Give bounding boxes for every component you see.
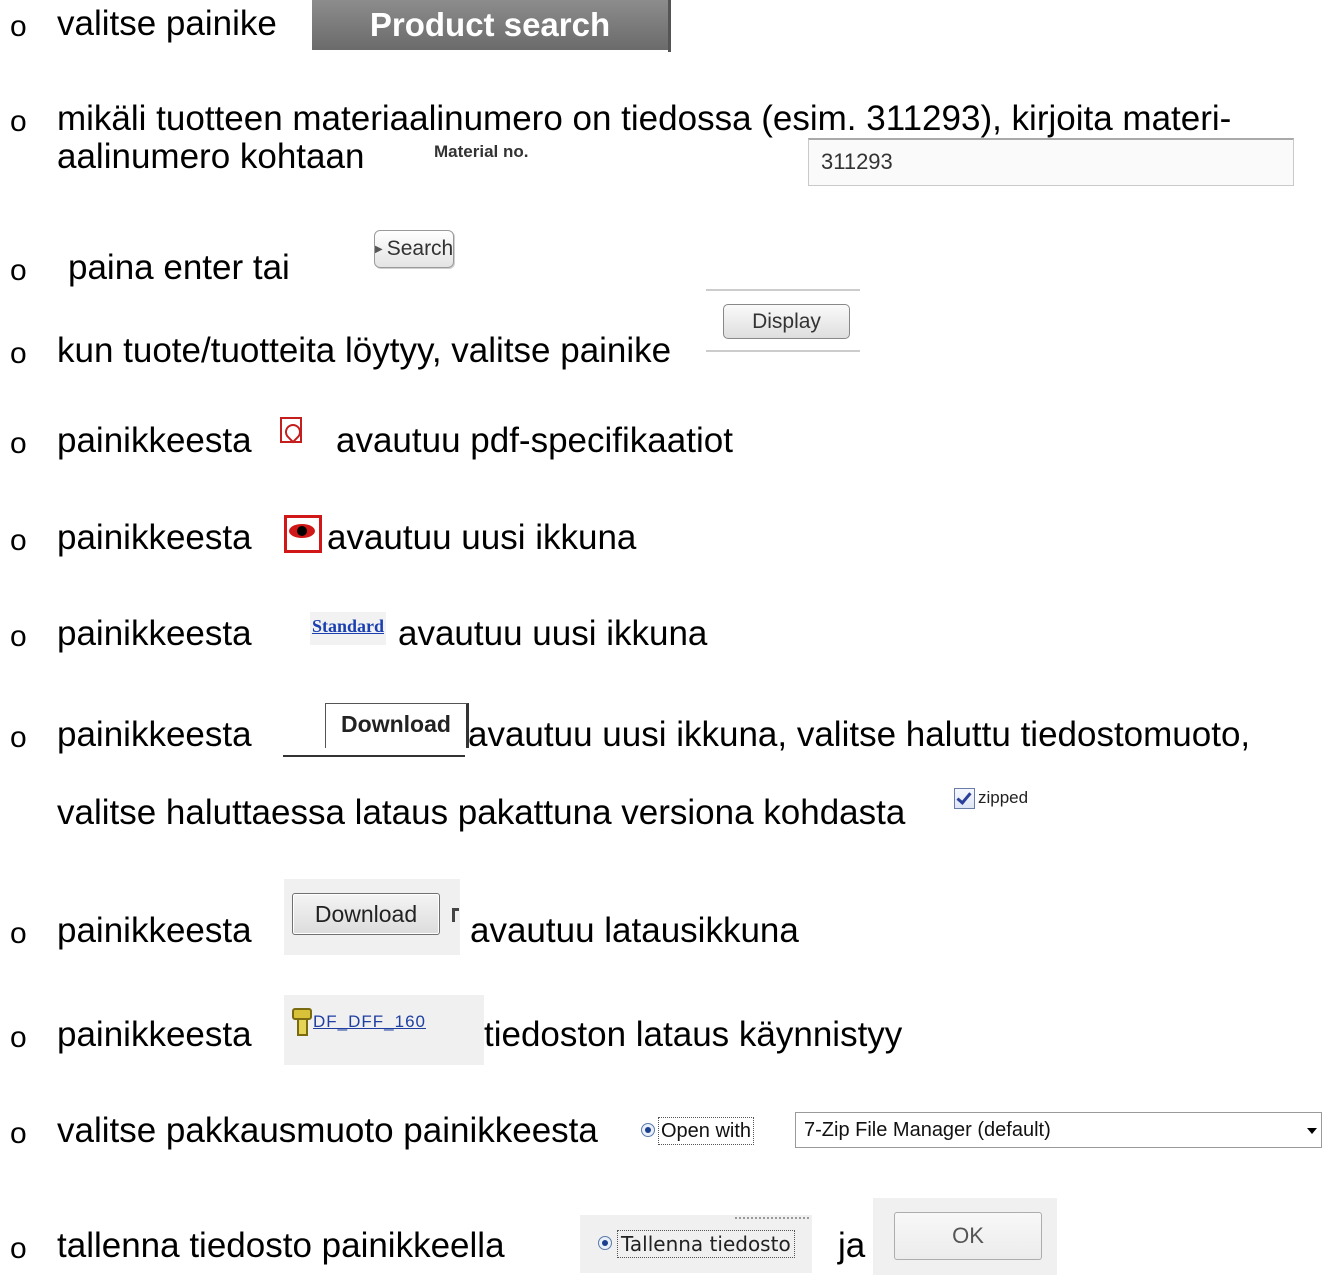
step-text-after: avautuu uusi ikkuna, valitse haluttu tie… [468, 715, 1251, 754]
triangle-right-icon: ▶ [375, 244, 383, 255]
bullet: o [10, 254, 27, 287]
step-text: tallenna tiedosto painikkeella [57, 1226, 505, 1265]
chevron-down-icon[interactable] [1307, 1128, 1317, 1134]
eye-pupil [297, 526, 307, 536]
divider [706, 350, 860, 352]
bullet: o [10, 1117, 27, 1150]
save-file-radio[interactable] [598, 1236, 612, 1250]
bullet: o [10, 105, 27, 138]
step-text-after: avautuu uusi ikkuna [398, 614, 708, 653]
step-text-after: avautuu uusi ikkuna [327, 518, 637, 557]
step-text-after: tiedoston lataus käynnistyy [484, 1015, 903, 1054]
cursor-mark [452, 908, 459, 911]
bullet: o [10, 721, 27, 754]
screw-shaft [297, 1018, 308, 1036]
step-text-line2: valitse haluttaessa lataus pakattuna ver… [57, 793, 906, 832]
material-no-label: Material no. [434, 142, 529, 161]
open-with-select[interactable]: 7-Zip File Manager (default) [795, 1112, 1322, 1148]
tab-edge [668, 0, 671, 52]
open-with-label[interactable]: Open with [658, 1117, 755, 1145]
open-with-radio[interactable] [641, 1123, 655, 1137]
zipped-checkbox[interactable]: zipped [948, 780, 1076, 822]
screw-icon [292, 1008, 312, 1036]
step-text: painikkeesta [57, 421, 252, 460]
step-text: painikkeesta [57, 614, 252, 653]
save-file-label[interactable]: Tallenna tiedosto [617, 1230, 795, 1258]
step-text-between: ja [838, 1226, 866, 1265]
divider [735, 1217, 810, 1219]
step-text: painikkeesta [57, 1015, 252, 1054]
bullet: o [10, 620, 27, 653]
step-text: painikkeesta [57, 518, 252, 557]
material-no-input[interactable]: 311293 [808, 138, 1294, 186]
zipped-label: zipped [978, 788, 1029, 807]
step-text: valitse painike [57, 4, 277, 43]
download-tab[interactable]: Download [283, 703, 469, 757]
download-tab-label[interactable]: Download [325, 703, 469, 748]
step-text-line2: aalinumero kohtaan [57, 137, 365, 176]
step-text: painikkeesta [57, 715, 252, 754]
bullet: o [10, 337, 27, 370]
step-text: valitse pakkausmuoto painikkeesta [57, 1111, 598, 1150]
step-text-after: avautuu latausikkuna [470, 911, 799, 950]
search-button-label: Search [386, 237, 454, 260]
checkbox-checked-icon[interactable] [954, 788, 975, 809]
standard-link[interactable]: Standard [310, 612, 386, 645]
pdf-icon[interactable] [280, 417, 302, 443]
step-text: paina enter tai [68, 248, 290, 287]
product-search-button[interactable]: Product search [312, 0, 668, 50]
tab-underline [283, 755, 465, 757]
step-text-after: avautuu pdf-specifikaatiot [336, 421, 733, 460]
bullet: o [10, 1021, 27, 1054]
df-file-link[interactable]: DF_DFF_160 [313, 1012, 426, 1032]
select-value: 7-Zip File Manager (default) [804, 1119, 1051, 1141]
bullet: o [10, 1232, 27, 1265]
step-text: mikäli tuotteen materiaalinumero on tied… [57, 99, 1232, 138]
ok-button[interactable]: OK [894, 1212, 1042, 1260]
download-button[interactable]: Download [292, 893, 440, 935]
bullet: o [10, 524, 27, 557]
step-text: kun tuote/tuotteita löytyy, valitse pain… [57, 331, 672, 370]
divider [706, 289, 860, 291]
display-button[interactable]: Display [723, 304, 850, 339]
bullet: o [10, 10, 27, 43]
search-button[interactable]: ▶ Search [374, 230, 454, 268]
step-text: painikkeesta [57, 911, 252, 950]
bullet: o [10, 427, 27, 460]
bullet: o [10, 917, 27, 950]
eye-icon[interactable] [284, 515, 322, 553]
